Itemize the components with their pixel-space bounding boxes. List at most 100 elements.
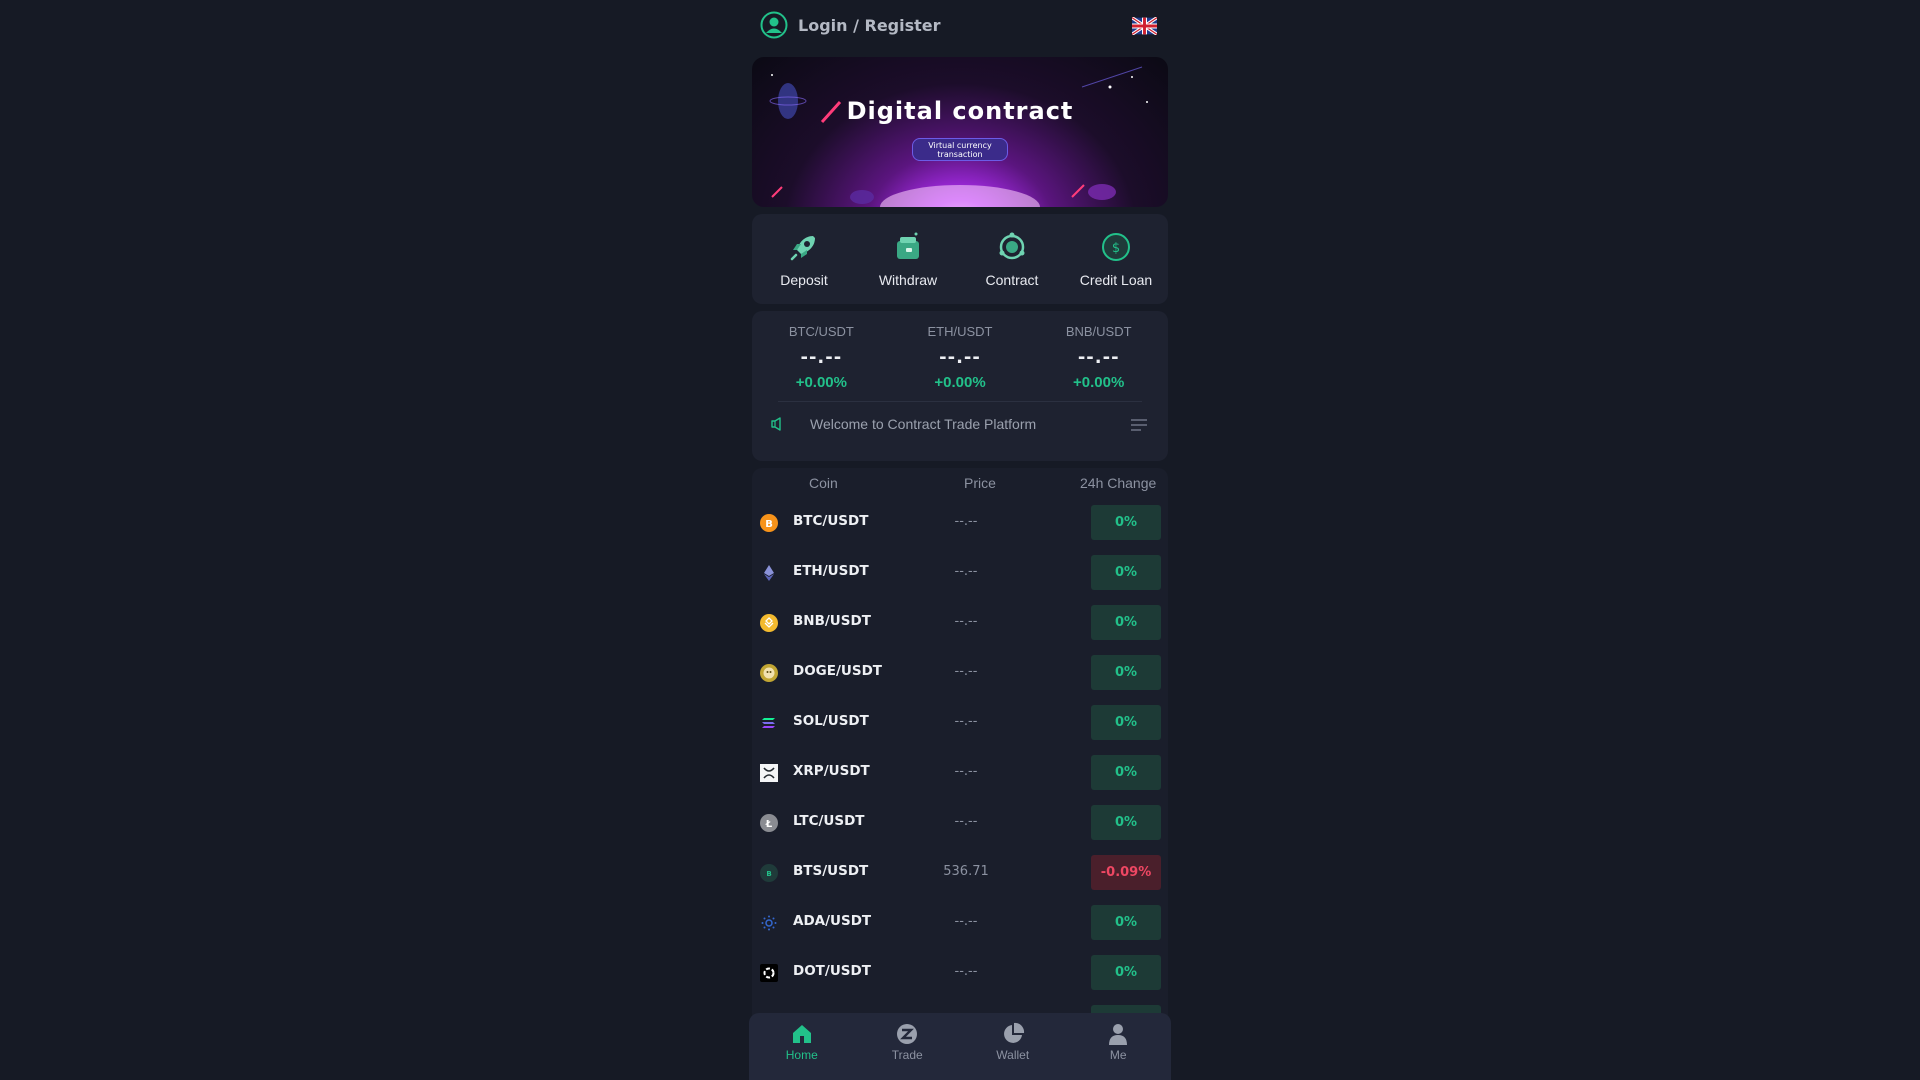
market-row-sol[interactable]: SOL/USDT --.-- 0% (752, 698, 1168, 748)
top-bar: Login / Register (760, 10, 1160, 40)
deposit-button[interactable]: Deposit (752, 214, 856, 304)
user-avatar-icon[interactable] (760, 11, 788, 39)
market-row-eth[interactable]: ETH/USDT --.-- 0% (752, 548, 1168, 598)
coin-change-badge: -0.09% (1091, 855, 1161, 890)
notice-text: Welcome to Contract Trade Platform (810, 416, 1037, 432)
tab-wallet[interactable]: Wallet (960, 1013, 1066, 1080)
coin-symbol: XRP/USDT (793, 763, 870, 779)
coin-price: --.-- (954, 914, 978, 929)
speaker-icon (771, 417, 781, 431)
market-row-bnb[interactable]: BNB/USDT --.-- 0% (752, 598, 1168, 648)
market-list: Coin Price 24h Change B BTC/USDT --.-- 0… (752, 468, 1168, 1080)
promo-banner[interactable]: Digital contract Virtual currency transa… (752, 57, 1168, 207)
coin-price: --.-- (954, 714, 978, 729)
coin-change-badge: 0% (1091, 505, 1161, 540)
btc-icon: B (760, 514, 778, 532)
withdraw-button[interactable]: Withdraw (856, 214, 960, 304)
coin-price: --.-- (954, 564, 978, 579)
coin-change-badge: 0% (1091, 755, 1161, 790)
coin-price: --.-- (954, 664, 978, 679)
header-price: Price (964, 475, 996, 491)
eth-icon (764, 565, 774, 581)
bottom-tab-bar: Home Trade Wallet Me (749, 1013, 1171, 1080)
tab-trade[interactable]: Trade (855, 1013, 961, 1080)
login-register-link[interactable]: Login / Register (798, 16, 941, 35)
market-row-dot[interactable]: DOT/USDT --.-- 0% (752, 948, 1168, 998)
wallet-pie-icon (1003, 1022, 1024, 1043)
contract-button[interactable]: Contract (960, 214, 1064, 304)
dollar-coin-icon: $ (1102, 233, 1130, 261)
coin-change-badge: 0% (1091, 705, 1161, 740)
credit-loan-label: Credit Loan (1079, 272, 1153, 288)
app: Login / Register Digital contract Virtua… (749, 0, 1171, 1080)
market-row-ltc[interactable]: Ł LTC/USDT --.-- 0% (752, 798, 1168, 848)
tab-label: Me (1109, 1048, 1127, 1062)
market-row-ada[interactable]: ADA/USDT --.-- 0% (752, 898, 1168, 948)
banner-subtitle: Virtual currency transaction (912, 138, 1008, 161)
divider (778, 401, 1142, 402)
coin-change-badge: 0% (1091, 655, 1161, 690)
uk-flag-icon[interactable] (1132, 17, 1157, 35)
coin-price: --.-- (954, 514, 978, 529)
market-row-btc[interactable]: B BTC/USDT --.-- 0% (752, 498, 1168, 548)
notice-list-icon[interactable] (1130, 418, 1148, 432)
wallet-icon (897, 232, 919, 259)
ticker-change: +0.00% (795, 374, 847, 391)
ticker-bnb[interactable]: BNB/USDT --.-- +0.00% (1029, 311, 1168, 401)
ticker-price: --.-- (1077, 347, 1120, 368)
svg-text:B: B (766, 870, 771, 878)
ticker-price: --.-- (939, 347, 981, 368)
ltc-icon: Ł (760, 814, 778, 832)
coin-symbol: BTC/USDT (793, 513, 869, 529)
deposit-label: Deposit (780, 272, 828, 288)
quick-actions: Deposit Withdraw Contract $ Credit Loan (752, 214, 1168, 304)
coin-symbol: DOGE/USDT (793, 663, 883, 679)
ticker-price: --.-- (800, 347, 843, 368)
ticker-eth[interactable]: ETH/USDT --.-- +0.00% (891, 311, 1030, 401)
market-row-xrp[interactable]: XRP/USDT --.-- 0% (752, 748, 1168, 798)
trade-icon (897, 1024, 918, 1044)
coin-change-badge: 0% (1091, 555, 1161, 590)
coin-symbol: BTS/USDT (793, 863, 869, 879)
coin-change-badge: 0% (1091, 905, 1161, 940)
coin-change-badge: 0% (1091, 605, 1161, 640)
svg-text:Ł: Ł (765, 819, 773, 830)
banner-subtitle-line1: Virtual currency (928, 141, 992, 150)
ticker-btc[interactable]: BTC/USDT --.-- +0.00% (752, 311, 891, 401)
ticker-panel: BTC/USDT --.-- +0.00% ETH/USDT --.-- +0.… (752, 311, 1168, 461)
sol-icon (762, 718, 775, 728)
coin-price: --.-- (954, 814, 978, 829)
market-row-doge[interactable]: DOGE/USDT --.-- 0% (752, 648, 1168, 698)
bts-icon: B (760, 864, 778, 882)
market-row-bts[interactable]: B BTS/USDT 536.71 -0.09% (752, 848, 1168, 898)
svg-text:B: B (765, 519, 773, 530)
banner-title: Digital contract (846, 97, 1074, 125)
svg-text:$: $ (1112, 241, 1120, 256)
coin-symbol: ETH/USDT (793, 563, 869, 579)
contract-label: Contract (985, 272, 1039, 288)
ticker-change: +0.00% (1073, 374, 1125, 391)
notice-bar[interactable]: Welcome to Contract Trade Platform (752, 409, 1168, 439)
market-header: Coin Price 24h Change (752, 468, 1168, 498)
coin-change-badge: 0% (1091, 955, 1161, 990)
coin-symbol: BNB/USDT (793, 613, 871, 629)
coin-symbol: LTC/USDT (793, 813, 865, 829)
coin-symbol: SOL/USDT (793, 713, 869, 729)
ticker-change: +0.00% (934, 374, 986, 391)
banner-decoration (769, 66, 1148, 207)
tab-label: Trade (891, 1048, 923, 1062)
doge-icon (760, 664, 778, 682)
coin-change-badge: 0% (1091, 805, 1161, 840)
header-coin: Coin (809, 475, 838, 491)
dot-icon (760, 964, 778, 982)
tab-me[interactable]: Me (1066, 1013, 1172, 1080)
tab-label: Wallet (996, 1048, 1030, 1062)
tab-home[interactable]: Home (749, 1013, 855, 1080)
credit-loan-button[interactable]: $ Credit Loan (1064, 214, 1168, 304)
tab-label: Home (785, 1048, 818, 1062)
withdraw-label: Withdraw (878, 272, 938, 288)
home-icon (792, 1025, 811, 1043)
xrp-icon (760, 764, 778, 782)
coin-price: --.-- (954, 614, 978, 629)
contract-icon (999, 232, 1025, 260)
